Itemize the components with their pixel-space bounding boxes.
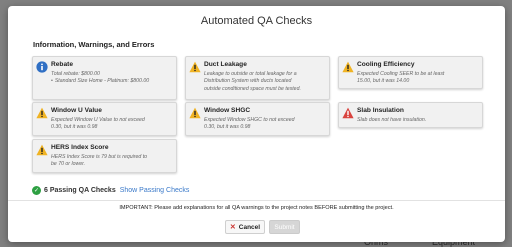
warning-icon <box>189 107 201 119</box>
warning-icon <box>36 144 48 156</box>
card-body: Expected Window SHGC to not exceed 0.30,… <box>204 117 326 132</box>
qa-card-cooling-efficiency: Cooling Efficiency Expected Cooling SEER… <box>338 56 483 89</box>
close-icon: ✕ <box>229 224 236 231</box>
qa-card-duct-leakage: Duct Leakage Leakage to outside or total… <box>185 56 330 100</box>
card-body: Leakage to outside or total leakage for … <box>204 71 326 93</box>
error-icon <box>342 107 354 119</box>
card-title: Window U Value <box>51 107 102 114</box>
footer-divider <box>8 200 505 201</box>
card-line: be 70 or lower. <box>51 161 86 168</box>
card-line: Expected Window U Value to not exceed <box>51 117 145 123</box>
card-line: 15.00, but it was 14.00 <box>357 78 410 85</box>
card-title: Duct Leakage <box>204 61 247 68</box>
card-line: Slab does not have insulation. <box>357 117 427 123</box>
card-body: Expected Window U Value to not exceed 0.… <box>51 117 173 132</box>
qa-card-hers-index-score: HERS Index Score HERS Index Score is 79 … <box>32 139 177 173</box>
card-line: Total rebate: $800.00 <box>51 71 100 77</box>
card-title: Rebate <box>51 61 73 68</box>
cancel-button[interactable]: ✕ Cancel <box>225 220 265 234</box>
check-circle-icon: ✓ <box>32 186 41 195</box>
qa-checks-modal: Automated QA Checks Information, Warning… <box>8 6 505 242</box>
card-title: Slab Insulation <box>357 107 404 114</box>
passing-checks-row: ✓ 6 Passing QA Checks Show Passing Check… <box>32 186 189 195</box>
card-title: Cooling Efficiency <box>357 61 415 68</box>
qa-card-rebate: Rebate Total rebate: $800.00 Standard Si… <box>32 56 177 100</box>
card-body: Slab does not have insulation. <box>357 117 479 124</box>
qa-card-window-shgc: Window SHGC Expected Window SHGC to not … <box>185 102 330 136</box>
warning-icon <box>342 61 354 73</box>
section-heading: Information, Warnings, and Errors <box>33 40 155 49</box>
card-line: Expected Window SHGC to not exceed <box>204 117 295 123</box>
warning-icon <box>36 107 48 119</box>
card-line: Distribution System with ducts located <box>204 78 292 85</box>
card-body: HERS Index Score is 79 but is required t… <box>51 154 173 169</box>
card-line: HERS Index Score is 79 but is required t… <box>51 154 148 160</box>
card-title: Window SHGC <box>204 107 251 114</box>
info-icon <box>36 61 48 73</box>
qa-card-slab-insulation: Slab Insulation Slab does not have insul… <box>338 102 483 128</box>
card-line: Expected Cooling SEER to be at least <box>357 71 445 77</box>
card-title: HERS Index Score <box>51 144 109 151</box>
card-body: Total rebate: $800.00 Standard Size Home… <box>51 71 173 86</box>
card-line: 0.30, but it was 0.98 <box>51 124 98 131</box>
card-bullet-line: Standard Size Home - Platinum: $800.00 <box>51 78 173 85</box>
card-body: Expected Cooling SEER to be at least 15.… <box>357 71 479 86</box>
passing-checks-count: 6 Passing QA Checks <box>44 187 116 194</box>
submit-button-label: Submit <box>274 223 295 231</box>
warning-icon <box>189 61 201 73</box>
card-line: outside conditioned space must be tested… <box>204 85 301 92</box>
qa-card-window-u-value: Window U Value Expected Window U Value t… <box>32 102 177 136</box>
card-line: 0.30, but it was 0.98 <box>204 124 251 131</box>
show-passing-checks-link[interactable]: Show Passing Checks <box>120 187 190 194</box>
card-line: Leakage to outside or total leakage for … <box>204 71 297 77</box>
submit-button[interactable]: Submit <box>269 220 300 234</box>
cancel-button-label: Cancel <box>238 223 261 231</box>
modal-title: Automated QA Checks <box>200 15 313 27</box>
important-notice: IMPORTANT: Please add explanations for a… <box>119 205 394 211</box>
